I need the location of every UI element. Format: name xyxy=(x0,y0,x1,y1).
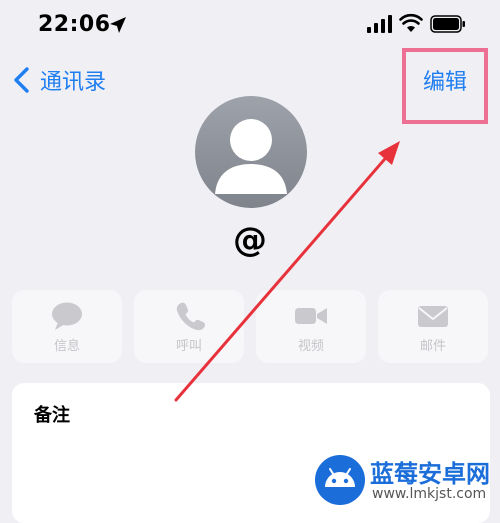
status-bar: 22:06 xyxy=(0,0,500,52)
mail-button[interactable]: 邮件 xyxy=(378,290,488,363)
battery-icon xyxy=(430,15,465,33)
phone-icon xyxy=(176,302,205,331)
back-button[interactable]: 通讯录 xyxy=(12,62,106,98)
mail-label: 邮件 xyxy=(419,339,446,354)
android-logo-icon xyxy=(315,455,365,505)
status-time: 22:06 xyxy=(38,12,111,37)
cellular-signal-icon xyxy=(367,15,392,33)
avatar xyxy=(195,96,307,208)
call-button[interactable]: 呼叫 xyxy=(134,290,244,363)
edit-button[interactable]: 编辑 xyxy=(402,64,488,96)
message-button[interactable]: 信息 xyxy=(12,290,122,363)
video-camera-icon xyxy=(295,308,327,324)
notes-label: 备注 xyxy=(34,405,70,426)
chevron-left-icon xyxy=(14,67,29,93)
call-label: 呼叫 xyxy=(175,339,202,354)
wifi-icon xyxy=(399,13,423,32)
contact-name: @ xyxy=(233,220,267,260)
action-buttons-row: 信息 呼叫 视频 邮件 xyxy=(12,290,490,363)
watermark-url: www.lmkjst.com xyxy=(372,486,487,502)
message-bubble-icon xyxy=(52,302,82,330)
watermark-title: 蓝莓安卓网 xyxy=(370,460,490,488)
envelope-icon xyxy=(418,306,448,327)
message-label: 信息 xyxy=(53,339,80,354)
location-arrow-icon xyxy=(110,17,126,33)
video-button[interactable]: 视频 xyxy=(256,290,366,363)
site-watermark: 蓝莓安卓网 www.lmkjst.com xyxy=(314,451,500,507)
person-silhouette-icon xyxy=(215,119,287,194)
video-label: 视频 xyxy=(297,339,324,354)
back-label: 通讯录 xyxy=(40,70,107,95)
